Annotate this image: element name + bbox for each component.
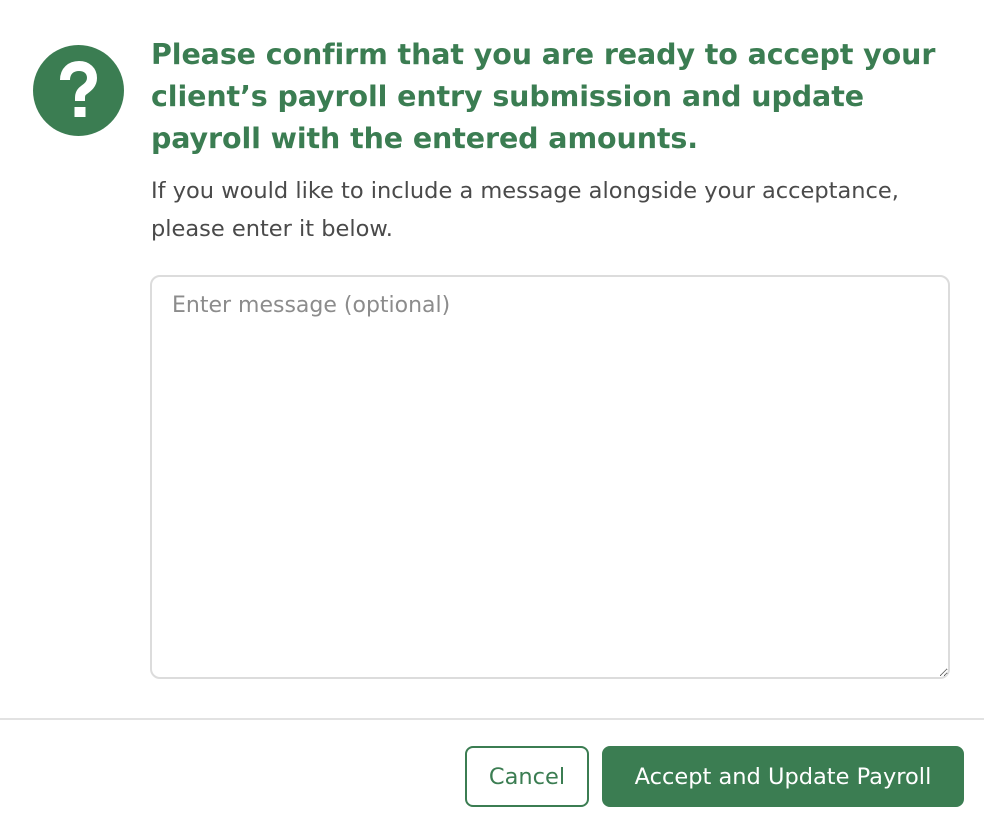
confirm-dialog: Please confirm that you are ready to acc…: [0, 0, 984, 828]
message-textarea[interactable]: [150, 275, 950, 679]
footer-divider: [0, 718, 984, 720]
cancel-button[interactable]: Cancel: [465, 746, 589, 807]
dialog-subtitle: If you would like to include a message a…: [151, 178, 899, 242]
accept-and-update-payroll-button[interactable]: Accept and Update Payroll: [602, 746, 964, 807]
dialog-title: Please confirm that you are ready to acc…: [151, 38, 936, 155]
question-mark-icon: [33, 45, 124, 136]
